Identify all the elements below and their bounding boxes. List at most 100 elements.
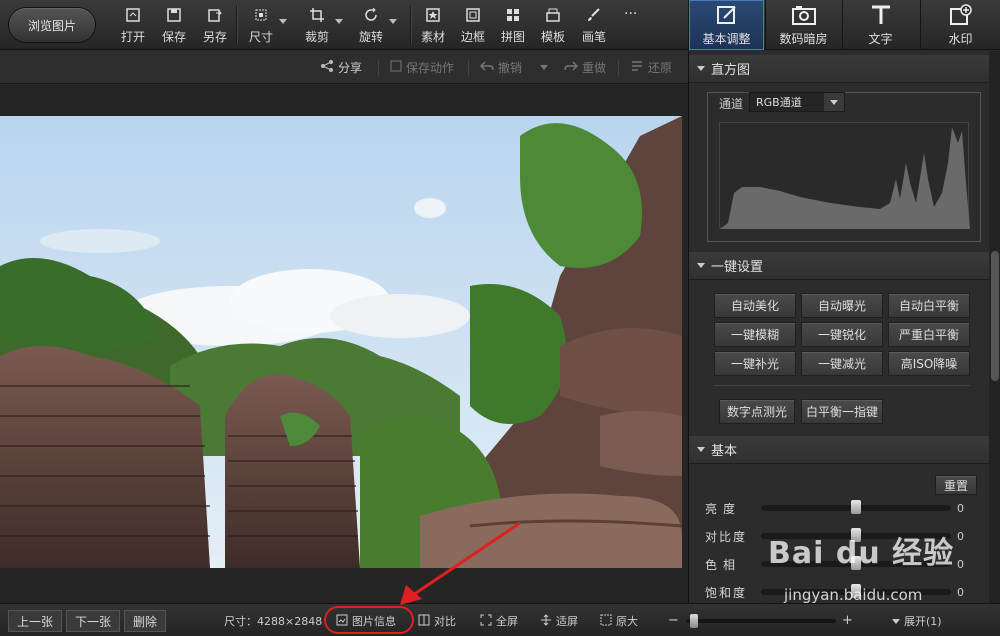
tab-digital-darkroom[interactable]: 数码暗房 xyxy=(765,0,841,50)
channel-select[interactable]: RGB通道 xyxy=(749,92,845,112)
slider-label: 亮度 xyxy=(705,501,742,516)
undo-label: 撤销 xyxy=(498,61,523,75)
slider-track[interactable] xyxy=(761,584,951,598)
image-size: 尺寸：4288×2848 xyxy=(224,615,323,628)
one-click-blur-button[interactable]: 一键模糊 xyxy=(714,322,796,347)
slider-thumb[interactable] xyxy=(851,500,861,514)
collage-button[interactable]: 拼图 xyxy=(501,5,525,45)
share-button[interactable]: 分享 xyxy=(320,59,362,76)
browse-images-button[interactable]: 浏览图片 xyxy=(8,7,96,43)
save-button[interactable]: 保存 xyxy=(162,5,186,45)
rotate-label: 旋转 xyxy=(359,30,384,44)
reset-button[interactable]: 重置 xyxy=(935,475,977,495)
share-label: 分享 xyxy=(338,61,363,75)
annotation-arrow xyxy=(400,521,521,605)
previous-image-button[interactable]: 上一张 xyxy=(8,610,63,632)
brush-button[interactable]: 画笔 xyxy=(582,5,606,45)
main-toolbar: 浏览图片 打开 保存 另存 尺寸 裁剪 旋转 素材 边框 拼图 模板 画笔 ··… xyxy=(0,0,1000,50)
border-button[interactable]: 边框 xyxy=(461,5,485,45)
white-balance-picker-button[interactable]: 白平衡一指键 xyxy=(801,399,883,424)
brightness-slider[interactable]: 亮度 0 xyxy=(705,498,985,518)
undo-icon xyxy=(479,60,494,75)
brush-label: 画笔 xyxy=(582,30,607,44)
histogram-title: 直方图 xyxy=(711,63,751,78)
tab-label: 基本调整 xyxy=(702,32,751,46)
one-click-header[interactable]: 一键设置 xyxy=(689,252,989,280)
basic-header[interactable]: 基本 xyxy=(689,436,989,464)
image-info-button[interactable]: 图片信息 xyxy=(336,613,396,629)
zoom-slider[interactable] xyxy=(686,614,836,628)
expand-button[interactable]: 展开(1) xyxy=(892,613,942,629)
restore-button[interactable]: 还原 xyxy=(630,59,672,76)
template-label: 模板 xyxy=(541,30,566,44)
slider-value: 0 xyxy=(957,557,964,571)
histogram-header[interactable]: 直方图 xyxy=(689,55,989,83)
next-image-button[interactable]: 下一张 xyxy=(66,610,121,632)
slider-track[interactable] xyxy=(761,528,951,542)
histogram-graph xyxy=(719,122,970,229)
more-tools-button[interactable]: ··· xyxy=(624,3,637,43)
image-canvas[interactable] xyxy=(0,85,688,603)
restore-label: 还原 xyxy=(648,61,673,75)
more-label: ··· xyxy=(624,6,638,22)
slider-value: 0 xyxy=(957,529,964,543)
resize-button[interactable]: 尺寸 xyxy=(249,5,288,45)
chevron-down-icon[interactable] xyxy=(540,65,549,70)
auto-exposure-button[interactable]: 自动曝光 xyxy=(801,293,883,318)
chevron-down-icon[interactable] xyxy=(279,19,288,24)
zoom-in-button[interactable]: + xyxy=(842,613,853,628)
collapse-icon xyxy=(697,66,705,71)
chevron-down-icon[interactable] xyxy=(335,19,344,24)
slider-thumb[interactable] xyxy=(851,528,861,542)
action-bar: 分享 保存动作 撤销 重做 还原 xyxy=(0,51,688,84)
hue-slider[interactable]: 色相 0 xyxy=(705,554,985,574)
zoom-out-button[interactable]: − xyxy=(668,613,679,628)
save-as-button[interactable]: 另存 xyxy=(203,5,227,45)
fill-light-button[interactable]: 一键补光 xyxy=(714,351,796,376)
tab-text[interactable]: 文字 xyxy=(842,0,918,50)
divider xyxy=(714,385,970,386)
adjust-panel: 直方图 通道 RGB通道 一键设置 自动美化 自动曝光 自动白平衡 一键模糊 一… xyxy=(688,51,1000,603)
fit-screen-label: 适屏 xyxy=(556,615,578,628)
original-size-button[interactable]: 原大 xyxy=(600,613,638,629)
compare-button[interactable]: 对比 xyxy=(418,613,456,629)
redo-button[interactable]: 重做 xyxy=(564,59,606,76)
chevron-down-icon[interactable] xyxy=(824,93,844,111)
high-iso-denoise-button[interactable]: 高ISO降噪 xyxy=(888,351,970,376)
material-button[interactable]: 素材 xyxy=(421,5,445,45)
tab-label: 数码暗房 xyxy=(779,32,828,46)
expand-label: 展开(1) xyxy=(904,615,942,628)
spot-metering-button[interactable]: 数字点测光 xyxy=(719,399,795,424)
contrast-slider[interactable]: 对比度 0 xyxy=(705,526,985,546)
fit-screen-button[interactable]: 适屏 xyxy=(540,613,578,629)
saturation-slider[interactable]: 饱和度 0 xyxy=(705,582,985,602)
slider-thumb[interactable] xyxy=(851,556,861,570)
text-icon xyxy=(868,3,894,27)
image-info-icon xyxy=(336,614,348,629)
template-button[interactable]: 模板 xyxy=(541,5,565,45)
border-icon xyxy=(463,5,483,25)
slider-track[interactable] xyxy=(761,556,951,570)
strict-white-balance-button[interactable]: 严重白平衡 xyxy=(888,322,970,347)
panel-scrollbar[interactable] xyxy=(989,51,1000,603)
one-click-sharpen-button[interactable]: 一键锐化 xyxy=(801,322,883,347)
undo-button[interactable]: 撤销 xyxy=(479,59,549,76)
tab-basic-adjust[interactable]: 基本调整 xyxy=(688,0,764,50)
rotate-button[interactable]: 旋转 xyxy=(359,5,398,45)
slider-track[interactable] xyxy=(761,500,951,514)
scrollbar-thumb[interactable] xyxy=(991,251,999,381)
reduce-light-button[interactable]: 一键减光 xyxy=(801,351,883,376)
zoom-thumb[interactable] xyxy=(690,614,698,628)
auto-beautify-button[interactable]: 自动美化 xyxy=(714,293,796,318)
open-button[interactable]: 打开 xyxy=(121,5,145,45)
edit-icon xyxy=(714,3,740,27)
auto-white-balance-button[interactable]: 自动白平衡 xyxy=(888,293,970,318)
chevron-down-icon[interactable] xyxy=(389,19,398,24)
fullscreen-button[interactable]: 全屏 xyxy=(480,613,518,629)
delete-button[interactable]: 删除 xyxy=(124,610,167,632)
crop-label: 裁剪 xyxy=(305,30,330,44)
tab-watermark[interactable]: 水印 xyxy=(920,0,1000,50)
crop-button[interactable]: 裁剪 xyxy=(305,5,344,45)
slider-thumb[interactable] xyxy=(851,584,861,598)
save-action-button[interactable]: 保存动作 xyxy=(390,59,454,76)
